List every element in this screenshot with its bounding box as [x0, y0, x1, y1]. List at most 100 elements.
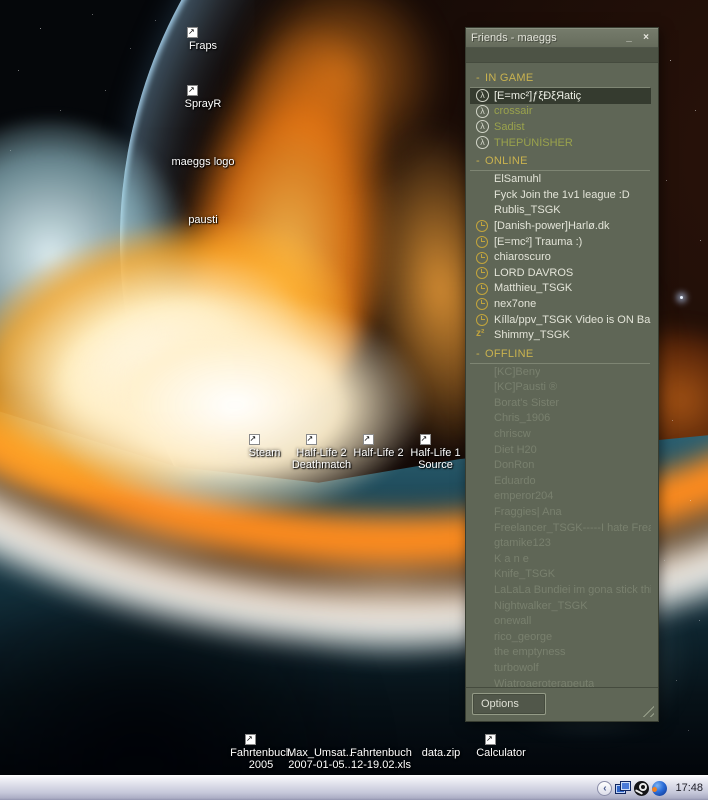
desktop-icon[interactable]: maeggs logo: [167, 120, 239, 176]
taskbar[interactable]: ‹ 17:48: [0, 775, 708, 800]
friend-row[interactable]: Rublis_TSGK: [470, 203, 651, 219]
friends-window: Friends - maeggs _ × - IN GAME [E=mc²]ƒξ…: [465, 27, 659, 722]
steam-tray-icon[interactable]: [634, 781, 649, 796]
shortcut-arrow-icon: [187, 85, 198, 96]
friend-row[interactable]: Knife_TSGK: [470, 567, 651, 583]
section-label: IN GAME: [485, 72, 534, 85]
friends-window-titlebar[interactable]: Friends - maeggs _ ×: [466, 28, 658, 48]
section-header-offline[interactable]: - OFFLINE: [470, 348, 650, 364]
in-game-rows: [E=mc²]ƒξÐξЯatiç crossair Sadist: [466, 88, 658, 150]
friend-row[interactable]: K a n e: [470, 551, 651, 567]
friend-status-icon: [475, 297, 489, 310]
collapse-icon[interactable]: -: [476, 72, 480, 85]
friend-status-icon: [475, 677, 489, 687]
friend-row[interactable]: [KC]Pausti ®: [470, 380, 651, 396]
friend-row[interactable]: Eduardo: [470, 473, 651, 489]
desktop-icon[interactable]: SprayR: [167, 62, 239, 118]
friends-list: - IN GAME [E=mc²]ƒξÐξЯatiç crossair: [466, 63, 658, 687]
friend-status-icon: [475, 396, 489, 409]
taskbar-clock[interactable]: 17:48: [675, 782, 703, 794]
shortcut-arrow-icon: [306, 434, 317, 445]
desktop-icon[interactable]: Half-Life 2 Deathmatch: [294, 411, 349, 471]
blue-orb-tray-icon[interactable]: [652, 781, 667, 796]
friend-row[interactable]: Fyck Join the 1v1 league :D: [470, 187, 651, 203]
friend-status-icon: [475, 173, 489, 186]
section-header-in-game[interactable]: - IN GAME: [470, 72, 650, 88]
collapse-icon[interactable]: -: [476, 155, 480, 168]
friend-row[interactable]: LORD DAVROS: [470, 265, 651, 281]
friend-row[interactable]: LaLaLa Bundiei im gona stick this way, L…: [470, 582, 651, 598]
friend-name: LORD DAVROS: [494, 267, 573, 279]
hidden-icons-chevron-icon[interactable]: ‹: [597, 781, 612, 796]
friend-row[interactable]: Nightwalker_TSGK: [470, 598, 651, 614]
friend-row[interactable]: [KC]Beny: [470, 364, 651, 380]
friend-row[interactable]: Kílla/ppv_TSGK Video is ON Baby 4 real !…: [470, 312, 651, 328]
friend-row[interactable]: Diet H20: [470, 442, 651, 458]
friend-row[interactable]: DonRon: [470, 457, 651, 473]
friend-name: Chris_1906: [494, 412, 550, 424]
desktop-icon-art: [186, 120, 220, 154]
friend-row[interactable]: Sadist: [470, 119, 651, 135]
friend-row[interactable]: gtamike123: [470, 535, 651, 551]
friend-name: Freelancer_TSGK-----I hate Freaking POSE…: [494, 522, 651, 534]
options-button[interactable]: Options: [472, 693, 546, 715]
friend-row[interactable]: Chris_1906: [470, 411, 651, 427]
friend-row[interactable]: crossair: [470, 104, 651, 120]
minimize-button[interactable]: _: [622, 32, 636, 45]
friend-row[interactable]: Freelancer_TSGK-----I hate Freaking POSE…: [470, 520, 651, 536]
friend-status-icon: [475, 105, 489, 118]
desktop-icon[interactable]: data.zip: [412, 711, 470, 771]
shortcut-arrow-icon: [363, 434, 374, 445]
offline-rows: [KC]Beny [KC]Pausti ® Borat's Sister: [466, 364, 658, 687]
desktop-icon[interactable]: Fahrtenbuch 2005: [232, 711, 290, 771]
desktop-icon[interactable]: Fraps: [167, 4, 239, 60]
wallpaper-star: [680, 296, 683, 299]
friend-row[interactable]: [Danish-power]Harlø.dk: [470, 218, 651, 234]
collapse-icon[interactable]: -: [476, 348, 480, 361]
friend-row[interactable]: THEPÚNÍSHER: [470, 135, 651, 151]
friend-row[interactable]: turbowolf: [470, 660, 651, 676]
desktop-icon-art: [186, 62, 220, 96]
friend-row[interactable]: rico_george: [470, 629, 651, 645]
friend-row[interactable]: [E=mc²]ƒξÐξЯatiç: [470, 88, 651, 104]
friend-row[interactable]: [E=mc²] Trauma :): [470, 234, 651, 250]
desktop-icon[interactable]: pausti: [167, 178, 239, 234]
desktop-icon-art: [244, 711, 278, 745]
friend-name: [KC]Pausti ®: [494, 381, 557, 393]
friend-row[interactable]: emperor204: [470, 489, 651, 505]
desktop-icon[interactable]: Fahrtenbuch 12-19.02.xls: [352, 711, 410, 771]
friend-status-icon: [475, 188, 489, 201]
network-icon[interactable]: [615, 781, 631, 795]
desktop-icon-art: [362, 411, 396, 445]
friend-row[interactable]: the emptyness: [470, 645, 651, 661]
friend-row[interactable]: nex7one: [470, 296, 651, 312]
desktop-icon-art: [248, 411, 282, 445]
friend-name: the emptyness: [494, 646, 566, 658]
friend-status-icon: [475, 537, 489, 550]
friend-row[interactable]: Wiatroaeroterapeuta: [470, 676, 651, 687]
section-header-online[interactable]: - ONLINE: [470, 155, 650, 171]
wallpaper-stars: [0, 0, 1, 1]
friend-name: Eduardo: [494, 475, 536, 487]
friend-status-icon: [475, 568, 489, 581]
shortcut-arrow-icon: [187, 27, 198, 38]
friend-row[interactable]: chriscw: [470, 426, 651, 442]
desktop-icon[interactable]: Max_Umsat... 2007-01-05...: [292, 711, 350, 771]
friend-name: DonRon: [494, 459, 534, 471]
friend-row[interactable]: Shimmy_TSGK: [470, 327, 651, 343]
shortcut-arrow-icon: [245, 734, 256, 745]
desktop-icon-art: [364, 711, 398, 745]
friend-status-icon: [475, 412, 489, 425]
friend-row[interactable]: chiaroscuro: [470, 249, 651, 265]
desktop-icons-left: Fraps SprayR maeggs logo pausti: [167, 4, 239, 234]
desktop-icon[interactable]: Half-Life 1 Source: [408, 411, 463, 471]
friend-name: Wiatroaeroterapeuta: [494, 678, 594, 687]
friend-row[interactable]: ElSamuhl: [470, 171, 651, 187]
friend-row[interactable]: onewall: [470, 613, 651, 629]
friend-row[interactable]: Matthieu_TSGK: [470, 281, 651, 297]
close-button[interactable]: ×: [639, 32, 653, 45]
resize-grip[interactable]: [640, 703, 654, 717]
friend-row[interactable]: Borat's Sister: [470, 395, 651, 411]
desktop-icon-art: [304, 711, 338, 745]
friend-row[interactable]: Fraggies| Ana: [470, 504, 651, 520]
